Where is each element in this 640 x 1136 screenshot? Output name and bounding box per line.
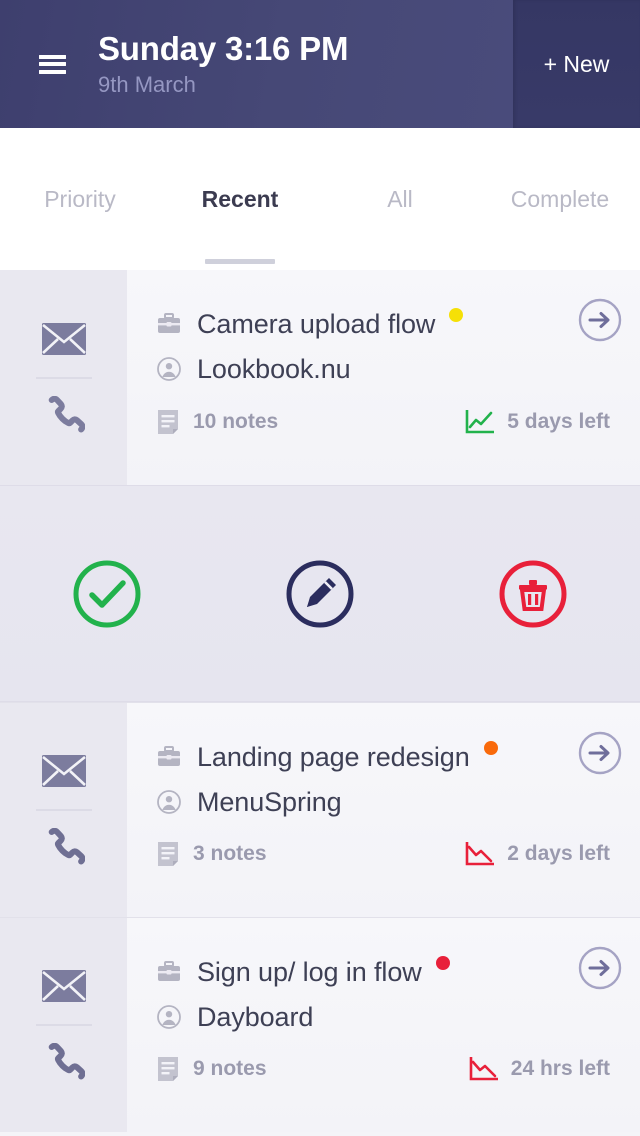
- task-meta: 9 notes 24 hrs left: [157, 1056, 610, 1082]
- task-title: Landing page redesign: [197, 741, 470, 772]
- notes-icon: [157, 409, 179, 435]
- task-company-row: Lookbook.nu: [157, 348, 640, 390]
- page-subtitle: 9th March: [98, 71, 196, 97]
- task-card[interactable]: Camera upload flow Lookbook.nu 10 notes …: [0, 270, 640, 485]
- tab-label: All: [387, 185, 413, 212]
- task-list: Camera upload flow Lookbook.nu 10 notes …: [0, 270, 640, 1132]
- task-details: Camera upload flow Lookbook.nu 10 notes …: [127, 270, 640, 485]
- notes-count: 10 notes: [193, 410, 279, 433]
- task-title-row: Landing page redesign: [157, 737, 640, 777]
- delete-action[interactable]: [427, 558, 640, 630]
- hamburger-icon: [38, 54, 66, 74]
- person-circle-icon: [157, 357, 181, 381]
- notes-icon: [157, 1056, 179, 1082]
- task-meta: 10 notes 5 days left: [157, 409, 610, 435]
- tab-recent[interactable]: Recent: [160, 128, 320, 270]
- notes-meta: 10 notes: [157, 409, 278, 435]
- contact-rail: [0, 918, 127, 1132]
- briefcase-icon: [157, 961, 181, 983]
- tab-bar: Priority Recent All Complete: [0, 128, 640, 270]
- mail-icon[interactable]: [41, 301, 87, 377]
- tab-indicator: [205, 259, 275, 264]
- arrow-right-circle-icon: [578, 731, 622, 775]
- arrow-right-circle-icon: [578, 946, 622, 990]
- task-company: Dayboard: [197, 1001, 314, 1032]
- tab-label: Complete: [510, 185, 610, 212]
- phone-icon[interactable]: [43, 811, 85, 887]
- tab-all[interactable]: All: [320, 128, 480, 270]
- notes-meta: 9 notes: [157, 1056, 267, 1082]
- tab-complete[interactable]: Complete: [480, 128, 640, 270]
- task-title: Sign up/ log in flow: [197, 956, 422, 987]
- pencil-circle-icon: [286, 560, 354, 627]
- task-company: Lookbook.nu: [197, 353, 351, 384]
- tab-priority[interactable]: Priority: [0, 128, 160, 270]
- edit-action[interactable]: [213, 558, 426, 630]
- notes-icon: [157, 841, 179, 867]
- arrow-right-circle-icon: [578, 298, 622, 342]
- task-action-row: [0, 485, 640, 702]
- trend-down-icon: [469, 1056, 499, 1082]
- task-company-row: MenuSpring: [157, 781, 640, 823]
- phone-icon[interactable]: [43, 1026, 85, 1102]
- complete-action[interactable]: [0, 558, 213, 630]
- phone-icon[interactable]: [43, 379, 85, 455]
- menu-button[interactable]: [0, 0, 90, 128]
- notes-count: 9 notes: [193, 1057, 267, 1080]
- due-label: 2 days left: [507, 842, 610, 865]
- contact-rail: [0, 270, 127, 485]
- briefcase-icon: [157, 313, 181, 335]
- trend-up-icon: [465, 409, 495, 435]
- mail-icon[interactable]: [41, 733, 87, 809]
- header-text-block: Sunday 3:16 PM 9th March: [90, 30, 513, 99]
- task-details: Sign up/ log in flow Dayboard 9 notes 24…: [127, 918, 640, 1132]
- status-dot: [435, 956, 450, 970]
- task-card[interactable]: Sign up/ log in flow Dayboard 9 notes 24…: [0, 917, 640, 1132]
- app-header: Sunday 3:16 PM 9th March + New: [0, 0, 640, 128]
- status-dot: [449, 308, 464, 322]
- notes-meta: 3 notes: [157, 841, 267, 867]
- due-meta: 5 days left: [465, 409, 610, 435]
- mail-icon[interactable]: [41, 948, 87, 1024]
- person-circle-icon: [157, 1005, 181, 1029]
- person-circle-icon: [157, 790, 181, 814]
- check-circle-icon: [73, 560, 141, 627]
- task-title: Camera upload flow: [197, 308, 436, 339]
- status-dot: [483, 741, 498, 755]
- task-company-row: Dayboard: [157, 996, 640, 1038]
- page-title: Sunday 3:16 PM: [98, 29, 349, 67]
- notes-count: 3 notes: [193, 842, 267, 865]
- due-label: 24 hrs left: [510, 1057, 610, 1080]
- task-details: Landing page redesign MenuSpring 3 notes…: [127, 703, 640, 917]
- due-meta: 2 days left: [465, 841, 610, 867]
- trash-circle-icon: [499, 560, 567, 627]
- open-task-button[interactable]: [578, 731, 622, 775]
- task-title-row: Camera upload flow: [157, 304, 640, 344]
- task-meta: 3 notes 2 days left: [157, 841, 610, 867]
- open-task-button[interactable]: [578, 298, 622, 342]
- task-company: MenuSpring: [197, 786, 342, 817]
- tab-label: Priority: [44, 185, 116, 212]
- trend-down-icon: [465, 841, 495, 867]
- open-task-button[interactable]: [578, 946, 622, 990]
- task-title-row: Sign up/ log in flow: [157, 952, 640, 992]
- task-card[interactable]: Landing page redesign MenuSpring 3 notes…: [0, 702, 640, 917]
- new-task-button[interactable]: + New: [513, 0, 640, 128]
- briefcase-icon: [157, 746, 181, 768]
- due-label: 5 days left: [507, 410, 610, 433]
- due-meta: 24 hrs left: [469, 1056, 610, 1082]
- tab-label: Recent: [201, 185, 279, 212]
- contact-rail: [0, 703, 127, 917]
